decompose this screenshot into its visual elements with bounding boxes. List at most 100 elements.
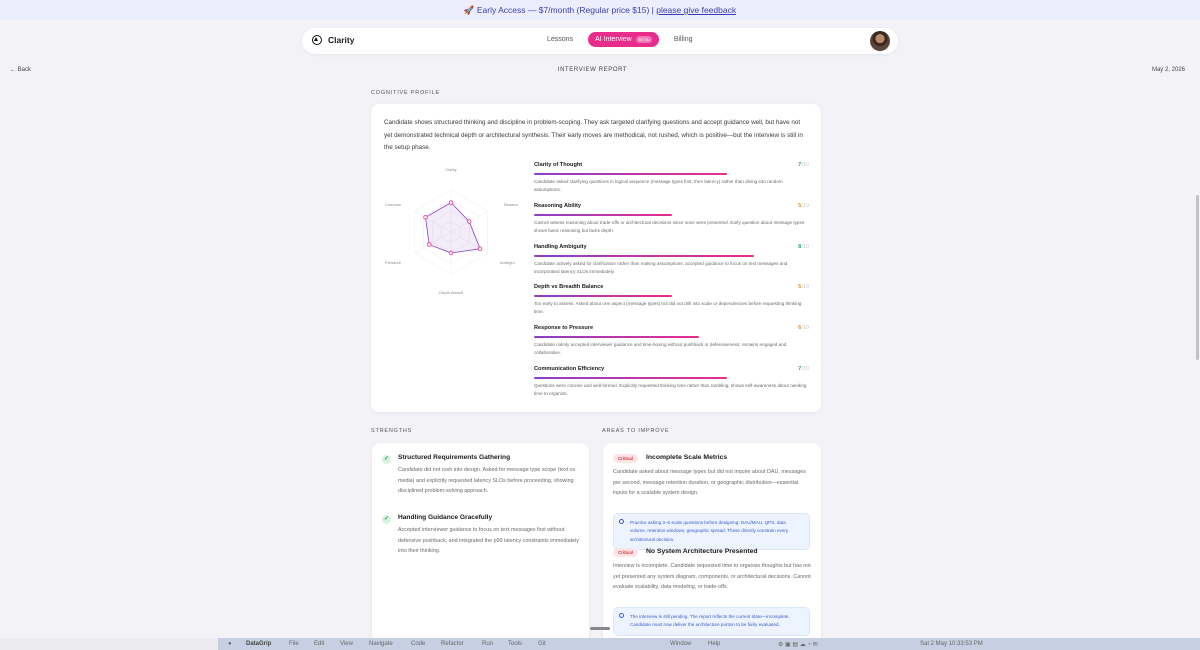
brand[interactable]: Clarity bbox=[312, 35, 354, 45]
os-menubar: ● DataGrip File Edit View Navigate Code … bbox=[218, 638, 1200, 650]
feedback-link[interactable]: please give feedback bbox=[656, 5, 736, 15]
improve-title: Incomplete Scale Metrics bbox=[646, 454, 728, 461]
radar-label-ambiguity: Ambigui bbox=[500, 260, 515, 265]
areas-to-improve-label: AREAS TO IMPROVE bbox=[602, 428, 670, 434]
tip-text: The interview is still pending. The repo… bbox=[630, 614, 790, 628]
info-icon bbox=[619, 613, 624, 618]
menu-git[interactable]: Git bbox=[538, 641, 546, 647]
metric-progress bbox=[534, 295, 809, 298]
drag-handle[interactable] bbox=[590, 627, 610, 630]
radar-point bbox=[448, 250, 454, 256]
metric-description: Cannot assess reasoning about trade-offs… bbox=[534, 219, 805, 233]
strength-title: Structured Requirements Gathering bbox=[398, 454, 511, 461]
radar-label-depth: Depth Breadt bbox=[439, 290, 463, 295]
critical-badge: Critical bbox=[613, 548, 638, 557]
menu-window[interactable]: Window bbox=[670, 641, 691, 647]
metric-score: 5/10 bbox=[798, 202, 809, 209]
strength-title: Handling Guidance Gracefully bbox=[398, 514, 493, 521]
menu-run[interactable]: Run bbox=[482, 641, 493, 647]
early-access-banner: 🚀 Early Access — $7/month (Regular price… bbox=[0, 0, 1200, 20]
metrics-list: Clarity of Thought 7/10 Candidate asked … bbox=[534, 162, 809, 407]
improve-description: Interview is incomplete. Candidate reque… bbox=[613, 563, 811, 591]
radar-point bbox=[477, 246, 483, 251]
menu-tools[interactable]: Tools bbox=[508, 641, 522, 647]
menubar-app-name[interactable]: DataGrip bbox=[246, 641, 271, 647]
cognitive-profile-card: Candidate shows structured thinking and … bbox=[371, 104, 821, 412]
menubar-clock: Sat 2 May 10:33:53 PM bbox=[920, 641, 983, 647]
metric-score: 5/10 bbox=[798, 284, 809, 291]
radar-label-pressure: Pressure bbox=[385, 260, 402, 265]
radar-label-communication: Commun bbox=[385, 202, 401, 207]
metric-title: Handling Ambiguity bbox=[534, 243, 587, 250]
metric-title: Communication Efficiency bbox=[534, 365, 605, 372]
menu-view[interactable]: View bbox=[340, 641, 353, 647]
metric-score: 8/10 bbox=[798, 243, 809, 250]
areas-to-improve-card: Critical Incomplete Scale Metrics Candid… bbox=[603, 443, 821, 638]
metric-reasoning: Reasoning Ability 5/10 Cannot assess rea… bbox=[534, 203, 809, 244]
critical-badge: Critical bbox=[613, 454, 638, 463]
radar-chart: Clarity Reason Ambigui Depth Breadt Pres… bbox=[385, 167, 518, 295]
radar-score-polygon bbox=[425, 202, 481, 254]
radar-point bbox=[466, 219, 472, 224]
beta-badge: BETA bbox=[635, 36, 652, 43]
clarity-logo-icon bbox=[312, 35, 322, 45]
strengths-label: STRENGTHS bbox=[371, 428, 413, 434]
metric-progress bbox=[534, 213, 809, 216]
metric-description: Candidate asked clarifying questions in … bbox=[534, 179, 783, 192]
strength-description: Accepted interviewer guidance to focus o… bbox=[398, 527, 579, 555]
metric-title: Depth vs Breadth Balance bbox=[534, 284, 604, 291]
metric-pressure: Response to Pressure 6/10 Candidate calm… bbox=[534, 325, 809, 366]
status-icons: ⚙ ▣ ▤ ☁ ◔ ✉ bbox=[778, 642, 818, 648]
app-window: Clarity Lessons AI Interview BETA Billin… bbox=[0, 20, 1200, 638]
radar-label-clarity: Clarity bbox=[445, 167, 456, 172]
metric-progress bbox=[534, 336, 809, 339]
tab-lessons[interactable]: Lessons bbox=[540, 32, 580, 47]
check-icon: ✓ bbox=[382, 515, 391, 524]
strength-description: Candidate did not rush into design. Aske… bbox=[398, 467, 577, 495]
improve-tip: Practice asking 3–5 scale questions befo… bbox=[613, 513, 810, 551]
metric-title: Reasoning Ability bbox=[534, 202, 582, 209]
radar-label-reason: Reason bbox=[504, 202, 518, 207]
improve-tip: The interview is still pending. The repo… bbox=[613, 607, 810, 636]
radar-point bbox=[423, 215, 428, 220]
tab-ai-interview[interactable]: AI Interview BETA bbox=[588, 32, 659, 47]
metric-progress bbox=[534, 254, 809, 257]
menu-refactor[interactable]: Refactor bbox=[441, 641, 464, 647]
metric-title: Response to Pressure bbox=[534, 325, 594, 332]
nav-tabs: Lessons AI Interview BETA Billing bbox=[540, 32, 700, 47]
radar-point bbox=[448, 200, 454, 205]
radar-point bbox=[427, 242, 432, 247]
metric-title: Clarity of Thought bbox=[534, 162, 583, 168]
metric-description: Candidate actively asked for clarificati… bbox=[534, 260, 788, 274]
apple-icon[interactable]: ● bbox=[228, 641, 232, 647]
menu-help[interactable]: Help bbox=[708, 641, 720, 647]
improve-title: No System Architecture Presented bbox=[646, 548, 758, 555]
menu-file[interactable]: File bbox=[289, 641, 299, 647]
user-avatar[interactable] bbox=[870, 31, 890, 51]
cognitive-profile-label: COGNITIVE PROFILE bbox=[371, 90, 440, 96]
tab-ai-interview-label: AI Interview bbox=[595, 36, 632, 43]
metric-communication: Communication Efficiency 7/10 Questions … bbox=[534, 366, 809, 407]
check-icon: ✓ bbox=[382, 455, 391, 464]
profile-summary: Candidate shows structured thinking and … bbox=[384, 119, 803, 151]
tip-text: Practice asking 3–5 scale questions befo… bbox=[630, 520, 789, 542]
menu-edit[interactable]: Edit bbox=[314, 641, 324, 647]
metric-description: Questions were concise and well-formed. … bbox=[534, 382, 807, 396]
banner-text: 🚀 Early Access — $7/month (Regular price… bbox=[463, 5, 654, 15]
info-icon bbox=[619, 519, 624, 524]
menu-code[interactable]: Code bbox=[411, 641, 425, 647]
metric-score: 7/10 bbox=[798, 162, 809, 168]
metric-progress bbox=[534, 173, 809, 175]
page-scrollbar[interactable] bbox=[1196, 195, 1199, 360]
metric-progress bbox=[534, 376, 809, 379]
metric-description: Too early to assess. Asked about one asp… bbox=[534, 301, 802, 315]
metric-description: Candidate calmly accepted interviewer gu… bbox=[534, 342, 787, 356]
tab-billing[interactable]: Billing bbox=[667, 32, 700, 47]
metric-depth-breadth: Depth vs Breadth Balance 5/10 Too early … bbox=[534, 284, 809, 325]
report-date: May 2, 2026 bbox=[1151, 67, 1185, 73]
metric-ambiguity: Handling Ambiguity 8/10 Candidate active… bbox=[534, 244, 809, 285]
metric-clarity: Clarity of Thought 7/10 Candidate asked … bbox=[534, 162, 809, 203]
menu-navigate[interactable]: Navigate bbox=[369, 641, 393, 647]
metric-score: 7/10 bbox=[798, 365, 809, 372]
metric-score: 6/10 bbox=[798, 325, 809, 332]
